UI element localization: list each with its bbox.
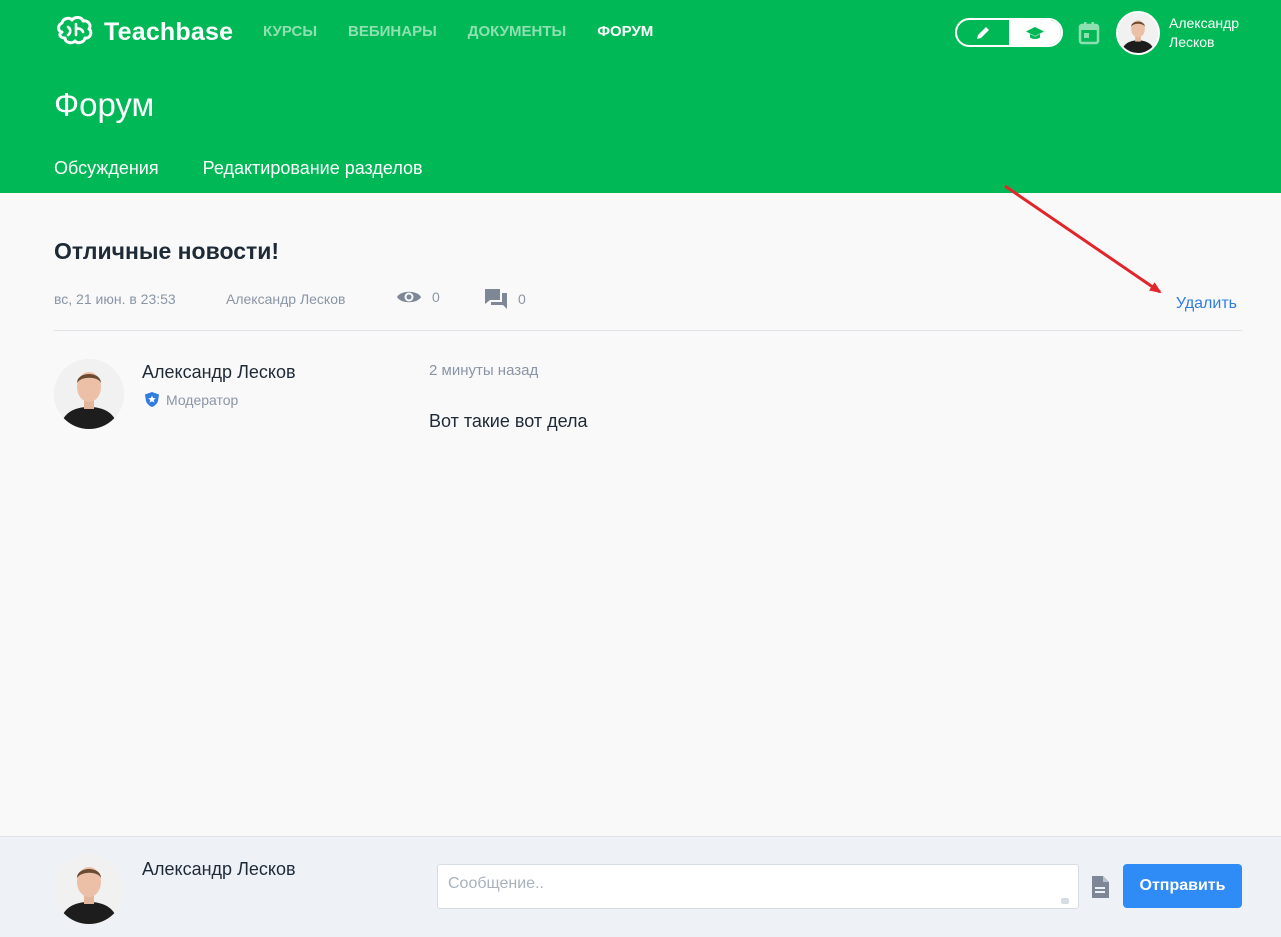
mode-toggle [955,18,1063,47]
post-time: 2 минуты назад [429,362,539,379]
views-count: 0 [432,289,440,305]
forum-post: Александр Лесков Модератор 2 минуты наза… [54,359,1242,449]
forum-subnav: Обсуждения Редактирование разделов [54,158,423,179]
composer-author: Александр Лесков [142,859,296,879]
calendar-icon [1078,22,1100,45]
comments-counter: 0 [484,288,526,310]
attach-file-button[interactable] [1090,875,1110,904]
user-menu[interactable]: Александр Лесков [1116,11,1259,55]
user-name: Александр Лесков [1169,15,1240,50]
topic-meta: вс, 21 июн. в 23:53 Александр Лесков 0 0… [54,288,1242,312]
brand-name: Teachbase [104,17,234,46]
send-button[interactable]: Отправить [1123,864,1242,908]
delete-topic-link[interactable]: Удалить [1176,295,1237,313]
nav-documents[interactable]: ДОКУМЕНТЫ [468,23,566,40]
topic-date: вс, 21 июн. в 23:53 [54,291,176,307]
nav-courses[interactable]: КУРСЫ [263,23,317,40]
reply-composer: Александр Лесков Отправить [0,836,1281,937]
divider [54,330,1242,331]
avatar [1116,11,1160,55]
avatar [54,359,124,429]
tab-discussions[interactable]: Обсуждения [54,158,159,179]
main-nav: КУРСЫ ВЕБИНАРЫ ДОКУМЕНТЫ ФОРУМ [263,23,653,40]
document-icon [1092,876,1109,898]
topic-author: Александр Лесков [226,291,346,307]
message-input[interactable] [437,864,1079,909]
user-avatar-image [1118,13,1158,53]
page-title: Форум [54,86,155,123]
eye-icon [397,291,421,303]
comments-count: 0 [518,291,526,307]
composer-avatar-image [54,854,124,924]
role-label: Модератор [166,391,239,408]
resize-handle[interactable] [1061,898,1069,904]
graduation-cap-icon [1026,26,1044,39]
pencil-icon [977,26,989,39]
nav-webinars[interactable]: ВЕБИНАРЫ [348,23,437,40]
logo[interactable]: Teachbase [54,15,233,49]
calendar-button[interactable] [1078,21,1100,50]
post-author[interactable]: Александр Лесков [142,362,296,383]
moderator-shield-icon [145,392,159,407]
topic-title: Отличные новости! [54,238,280,264]
edit-mode-button[interactable] [957,20,1009,45]
post-author-avatar-image [54,359,124,429]
tab-edit-sections[interactable]: Редактирование разделов [203,158,423,179]
comments-icon [485,289,507,309]
top-header: Teachbase КУРСЫ ВЕБИНАРЫ ДОКУМЕНТЫ ФОРУМ [0,0,1281,193]
avatar [54,854,124,924]
post-text: Вот такие вот дела [429,411,588,431]
learn-mode-button[interactable] [1009,20,1061,45]
brain-logo-icon [57,16,93,45]
views-counter: 0 [396,288,440,306]
role-badge: Модератор [144,391,238,408]
nav-forum[interactable]: ФОРУМ [597,23,653,40]
